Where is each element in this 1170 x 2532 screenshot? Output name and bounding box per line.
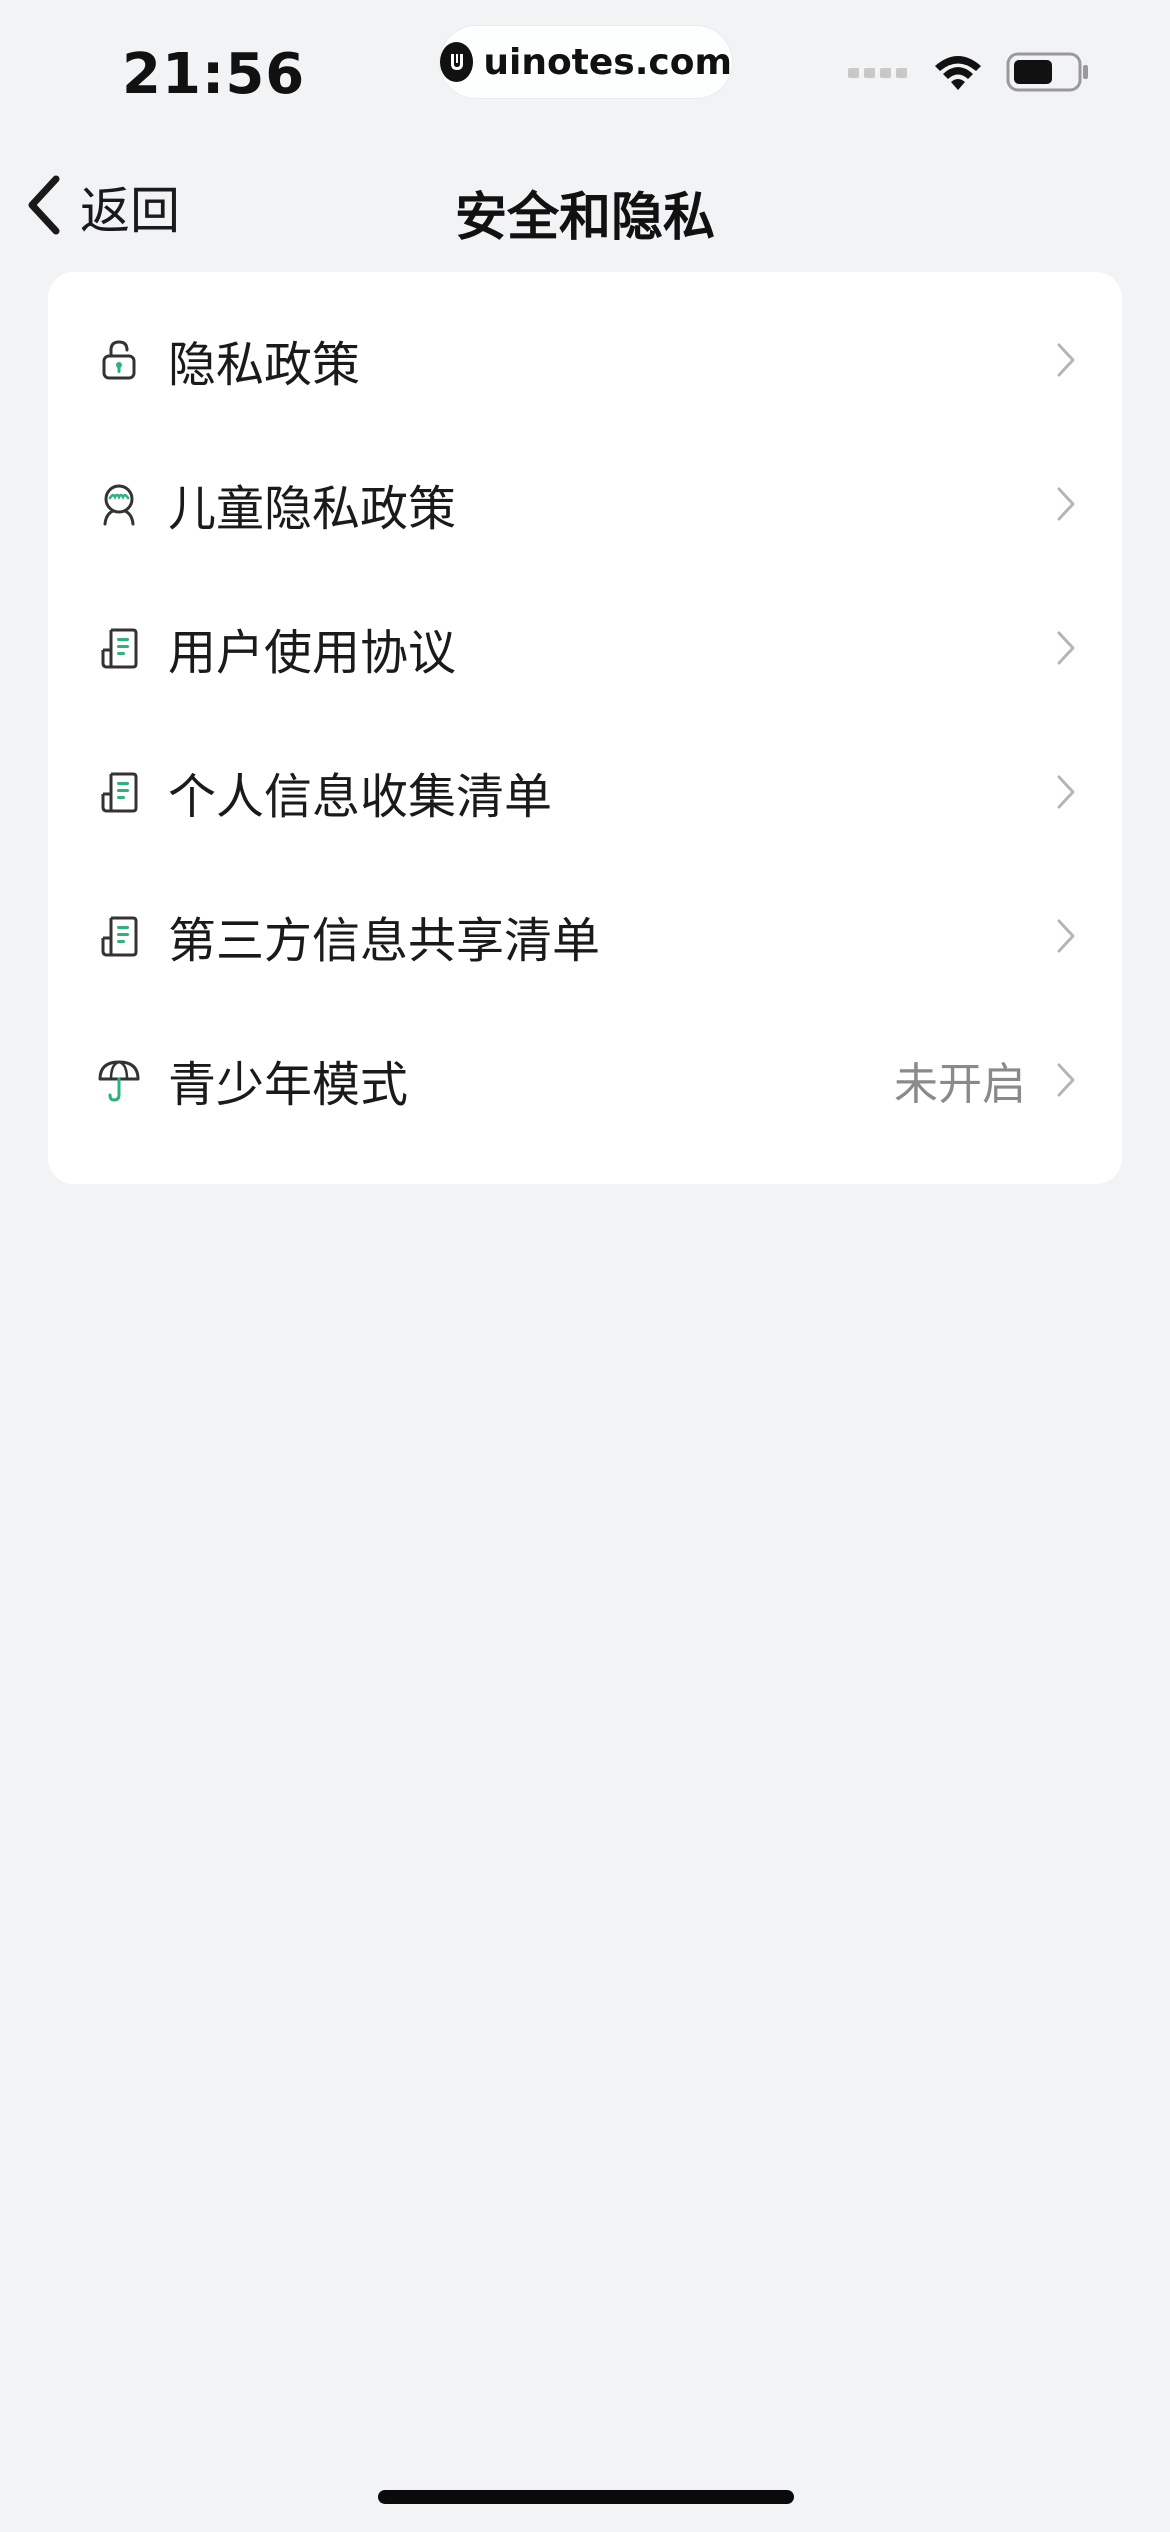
status-icons — [848, 52, 1090, 96]
menu-item-user-agreement[interactable]: 用户使用协议 — [48, 576, 1122, 720]
menu-item-privacy-policy[interactable]: 隐私政策 — [48, 288, 1122, 432]
menu-item-child-privacy-policy[interactable]: 儿童隐私政策 — [48, 432, 1122, 576]
menu-item-label: 隐私政策 — [168, 337, 361, 393]
status-bar: 21:56 uinotes.com — [0, 0, 1170, 150]
page-title: 安全和隐私 — [454, 188, 715, 248]
home-indicator — [378, 2490, 794, 2504]
chevron-right-icon — [1054, 1060, 1078, 1100]
chevron-right-icon — [1054, 340, 1078, 380]
chevron-right-icon — [1054, 484, 1078, 524]
status-time: 21:56 — [122, 42, 306, 107]
settings-card: 隐私政策儿童隐私政策 用户使用协议个人信息收集清单 第三方信息共享清单 青少年模式 未开… — [48, 272, 1122, 1184]
wifi-icon — [932, 52, 984, 96]
document-icon — [96, 913, 142, 959]
menu-item-value: 未开启 — [894, 1059, 1026, 1110]
menu-item-third-party-sharing-list[interactable]: 第三方信息共享清单 — [48, 864, 1122, 1008]
menu-item-personal-info-list[interactable]: 个人信息收集清单 — [48, 720, 1122, 864]
menu-item-label: 儿童隐私政策 — [168, 481, 457, 537]
umbrella-icon — [96, 1057, 142, 1103]
chevron-right-icon — [1054, 628, 1078, 668]
menu-item-label: 用户使用协议 — [168, 625, 457, 681]
menu-item-label: 青少年模式 — [168, 1057, 409, 1113]
menu-item-label: 第三方信息共享清单 — [168, 913, 601, 969]
watermark-logo-icon — [440, 42, 474, 82]
chevron-right-icon — [1054, 916, 1078, 956]
watermark-text: uinotes.com — [483, 41, 732, 83]
child-icon — [96, 481, 142, 527]
watermark-badge: uinotes.com — [440, 26, 732, 98]
document-icon — [96, 625, 142, 671]
menu-item-teen-mode[interactable]: 青少年模式 未开启 — [48, 1008, 1122, 1152]
lock-icon — [96, 337, 142, 383]
document-icon — [96, 769, 142, 815]
menu-item-label: 个人信息收集清单 — [168, 769, 553, 825]
signal-icon — [848, 64, 910, 84]
nav-bar: 返回 安全和隐私 — [0, 150, 1170, 265]
chevron-right-icon — [1054, 772, 1078, 812]
battery-icon — [1006, 52, 1090, 96]
